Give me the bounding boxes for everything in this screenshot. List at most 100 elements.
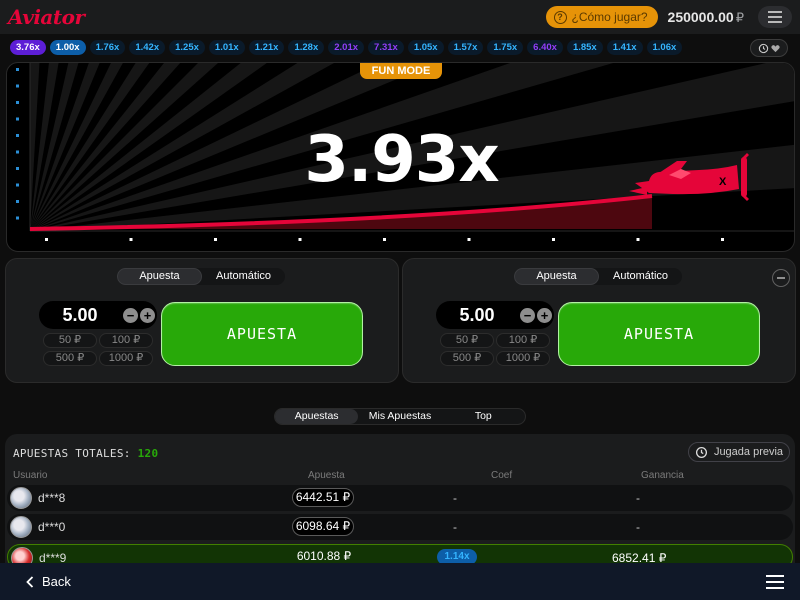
history-item: 7.31x xyxy=(368,40,404,55)
row-bet: 6442.51 ₽ xyxy=(292,488,354,507)
history-toggle-button[interactable] xyxy=(750,39,788,57)
decrease-button[interactable]: − xyxy=(123,307,138,323)
x-axis-dot xyxy=(721,238,724,241)
avatar xyxy=(10,487,32,509)
y-axis-dot xyxy=(16,84,19,88)
table-row: d***8 6442.51 ₽ - - xyxy=(7,485,793,511)
history-item: 1.06x xyxy=(646,40,683,55)
total-bets-count: 120 xyxy=(137,447,159,460)
total-bets: APUESTAS TOTALES: 120 xyxy=(13,447,158,460)
column-header-bet: Apuesta xyxy=(308,470,345,481)
bet-panel-2: Apuesta Automático 5.00 − + 50 ₽ 100 ₽ 5… xyxy=(402,258,796,383)
tab-auto[interactable]: Automático xyxy=(599,268,682,285)
quick-bet-500[interactable]: 500 ₽ xyxy=(440,351,494,366)
balance-value: 250000.00 xyxy=(667,8,734,25)
history-item: 1.41x xyxy=(606,40,643,55)
bet-amount-stepper: 5.00 − + xyxy=(39,301,157,329)
quick-bet-1000[interactable]: 1000 ₽ xyxy=(496,351,550,366)
back-label: Back xyxy=(42,574,71,589)
how-to-play-label: ¿Cómo jugar? xyxy=(571,10,648,24)
row-win: - xyxy=(636,520,640,534)
tab-bet[interactable]: Apuesta xyxy=(514,268,599,285)
increase-button[interactable]: + xyxy=(537,307,552,323)
history-icon xyxy=(695,446,707,458)
bet-amount-input[interactable]: 5.00 xyxy=(436,305,518,326)
x-axis-dot xyxy=(129,238,133,241)
quick-bet-50[interactable]: 50 ₽ xyxy=(440,333,494,348)
bet-amount-input[interactable]: 5.00 xyxy=(39,305,121,326)
minus-icon xyxy=(777,277,785,279)
top-bar: Aviator ? ¿Cómo jugar? 250000.00 ₽ xyxy=(0,0,800,34)
aviator-logo[interactable]: Aviator xyxy=(8,5,85,29)
total-bets-label: APUESTAS TOTALES: xyxy=(13,447,131,460)
history-item: 1.28x xyxy=(288,40,325,55)
current-multiplier: 3.93x xyxy=(304,123,499,197)
back-button[interactable]: Back xyxy=(26,574,71,589)
tab-bet[interactable]: Apuesta xyxy=(117,268,202,285)
history-item: 1.42x xyxy=(129,40,166,55)
y-axis-dot xyxy=(16,216,19,220)
quick-bet-100[interactable]: 100 ₽ xyxy=(496,333,550,348)
bottom-bar: Back xyxy=(0,563,800,600)
history-item: 1.25x xyxy=(169,40,205,55)
column-header-coef: Coef xyxy=(491,470,513,481)
bet-amount-stepper: 5.00 − + xyxy=(436,301,554,329)
x-axis-dot xyxy=(45,238,48,241)
history-item: 1.21x xyxy=(248,40,285,55)
balance-currency: ₽ xyxy=(735,9,744,25)
x-axis-dot xyxy=(552,238,555,241)
row-user: d***8 xyxy=(38,491,66,505)
y-axis-dot xyxy=(16,117,19,121)
increase-button[interactable]: + xyxy=(140,307,155,323)
row-user: d***0 xyxy=(38,520,66,534)
bet-mode-toggle: Apuesta Automático xyxy=(514,268,682,285)
previous-round-label: Jugada previa xyxy=(713,446,784,458)
hamburger-menu-icon[interactable] xyxy=(766,574,784,589)
tab-all-bets[interactable]: Apuestas xyxy=(275,409,359,424)
tab-top[interactable]: Top xyxy=(442,409,525,424)
chevron-left-icon xyxy=(26,575,34,588)
history-item: 6.40x xyxy=(527,40,563,55)
place-bet-button[interactable]: APUESTA xyxy=(161,302,363,366)
x-axis-dot xyxy=(383,238,386,241)
history-item: 1.05x xyxy=(407,40,444,55)
history-item: 2.01x xyxy=(328,40,365,55)
quick-bet-1000[interactable]: 1000 ₽ xyxy=(99,351,153,366)
row-win: - xyxy=(636,491,640,505)
balance: 250000.00 ₽ xyxy=(668,9,744,26)
x-axis-dot xyxy=(214,238,217,241)
row-coef: - xyxy=(453,491,457,505)
avatar xyxy=(10,516,32,538)
history-item: 1.57x xyxy=(447,40,484,55)
bets-list: APUESTAS TOTALES: 120 Jugada previa Usua… xyxy=(5,434,795,574)
history-item: 1.76x xyxy=(89,40,126,55)
y-axis-dot xyxy=(16,101,19,104)
history-item: 1.75x xyxy=(487,40,524,55)
quick-bet-500[interactable]: 500 ₽ xyxy=(43,351,97,366)
menu-button[interactable] xyxy=(758,6,792,28)
remove-panel-button[interactable] xyxy=(772,269,790,287)
y-axis-dot xyxy=(16,200,19,203)
decrease-button[interactable]: − xyxy=(520,307,535,323)
x-axis-dot xyxy=(636,238,640,241)
tab-auto[interactable]: Automático xyxy=(202,268,285,285)
column-header-win: Ganancia xyxy=(641,470,684,481)
history-item: 1.01x xyxy=(208,40,245,55)
tab-my-bets[interactable]: Mis Apuestas xyxy=(358,409,441,424)
fun-mode-badge: FUN MODE xyxy=(360,63,442,79)
x-axis-dot xyxy=(467,238,471,241)
heart-icon xyxy=(771,44,780,52)
place-bet-button[interactable]: APUESTA xyxy=(558,302,760,366)
row-coef: - xyxy=(453,520,457,534)
quick-bet-50[interactable]: 50 ₽ xyxy=(43,333,97,348)
bets-tabs: Apuestas Mis Apuestas Top xyxy=(274,408,526,425)
previous-round-button[interactable]: Jugada previa xyxy=(688,442,790,462)
quick-bet-100[interactable]: 100 ₽ xyxy=(99,333,153,348)
how-to-play-button[interactable]: ? ¿Cómo jugar? xyxy=(545,6,658,28)
history-icon xyxy=(758,43,769,53)
bet-mode-toggle: Apuesta Automático xyxy=(117,268,285,285)
bet-panel-1: Apuesta Automático 5.00 − + 50 ₽ 100 ₽ 5… xyxy=(5,258,399,383)
game-area: X FUN MODE 3.93x xyxy=(6,62,795,252)
history-item: 1.00x xyxy=(49,40,86,55)
row-bet: 6098.64 ₽ xyxy=(292,517,354,536)
